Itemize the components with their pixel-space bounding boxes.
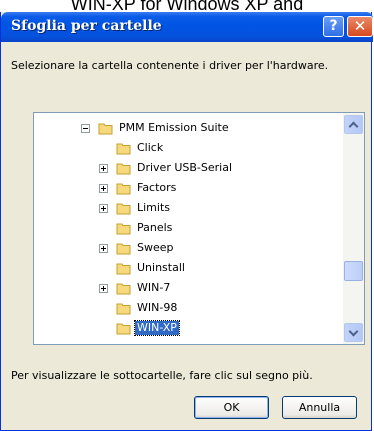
- scroll-up-button[interactable]: [344, 115, 363, 134]
- hint-text: Per visualizzare le sottocartelle, fare …: [11, 369, 313, 382]
- folder-open-icon: [116, 323, 131, 335]
- folder-open-icon: [98, 123, 113, 135]
- collapse-icon[interactable]: [81, 124, 90, 133]
- folder-icon: [116, 183, 131, 195]
- tree-item-label: WIN-7: [137, 281, 171, 294]
- tree-item-label: Driver USB-Serial: [137, 161, 233, 174]
- vertical-scrollbar[interactable]: [343, 113, 364, 344]
- folder-tree[interactable]: PMM Emission Suite Click Driver USB-Seri…: [33, 112, 365, 345]
- expand-icon[interactable]: [99, 184, 108, 193]
- ok-button[interactable]: OK: [194, 396, 269, 419]
- tree-item-label: WIN-XP: [134, 320, 180, 336]
- tree-item-label: Click: [137, 141, 164, 154]
- close-button[interactable]: ✕: [347, 16, 373, 37]
- folder-icon: [116, 143, 131, 155]
- tree-item-label: WIN-98: [137, 301, 178, 314]
- folder-icon: [116, 263, 131, 275]
- instruction-text: Selezionare la cartella contenente i dri…: [11, 59, 329, 72]
- folder-icon: [116, 163, 131, 175]
- scroll-down-button[interactable]: [344, 323, 363, 342]
- browse-folder-dialog: Sfoglia per cartelle ? ✕ Selezionare la …: [0, 12, 373, 431]
- tree-item-label: Uninstall: [137, 261, 185, 274]
- expand-icon[interactable]: [99, 284, 108, 293]
- folder-icon: [116, 203, 131, 215]
- folder-icon: [116, 243, 131, 255]
- expand-icon[interactable]: [99, 204, 108, 213]
- cancel-button[interactable]: Annulla: [282, 396, 357, 419]
- tree-item-label: PMM Emission Suite: [119, 121, 229, 134]
- expand-icon[interactable]: [99, 244, 108, 253]
- title-bar[interactable]: Sfoglia per cartelle ? ✕: [1, 12, 373, 42]
- dialog-title: Sfoglia per cartelle: [11, 18, 162, 34]
- folder-icon: [116, 303, 131, 315]
- tree-item-label: Sweep: [137, 241, 174, 254]
- tree-item-label: Factors: [137, 181, 177, 194]
- scroll-thumb[interactable]: [344, 261, 363, 281]
- tree-item-label: Panels: [137, 221, 173, 234]
- help-button[interactable]: ?: [323, 16, 344, 37]
- expand-icon[interactable]: [99, 164, 108, 173]
- folder-icon: [116, 223, 131, 235]
- tree-item-label: Limits: [137, 201, 170, 214]
- folder-icon: [116, 283, 131, 295]
